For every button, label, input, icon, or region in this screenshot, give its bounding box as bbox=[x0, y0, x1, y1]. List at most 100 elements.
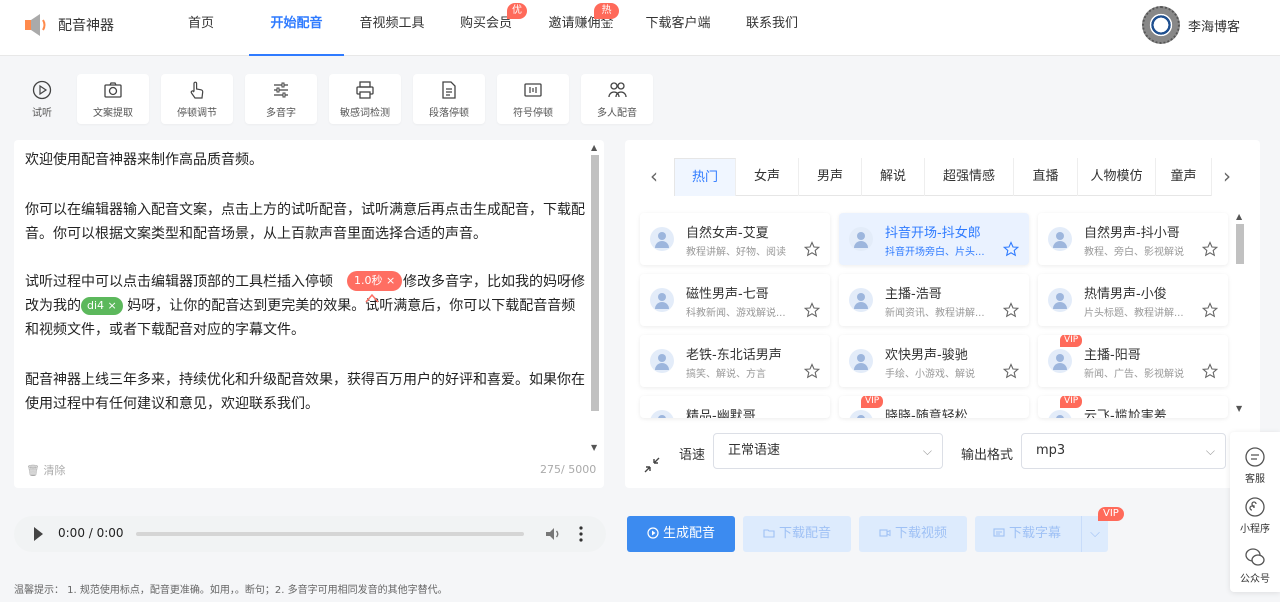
star-icon[interactable] bbox=[1003, 241, 1019, 257]
star-icon[interactable] bbox=[1202, 241, 1218, 257]
clear-button[interactable]: 🗑 清除 bbox=[26, 462, 65, 478]
voice-card[interactable]: 欢快男声-骏驰手绘、小游戏、解说 bbox=[839, 335, 1029, 387]
nav-contact[interactable]: 联系我们 bbox=[740, 0, 804, 56]
tab-emotion[interactable]: 超强情感 bbox=[925, 158, 1014, 196]
more-vertical-icon[interactable] bbox=[579, 525, 583, 543]
nav-home[interactable]: 首页 bbox=[176, 0, 226, 56]
user-menu[interactable]: 李海博客 bbox=[1142, 6, 1240, 44]
format-select[interactable]: mp3 ⌵ bbox=[1021, 433, 1226, 469]
download-video-button[interactable]: 下载视频 bbox=[859, 516, 967, 552]
tool-pause-adjust[interactable]: 停顿调节 bbox=[161, 74, 233, 124]
voice-card[interactable]: 主播-浩哥 新闻资讯、教程讲解... bbox=[839, 274, 1029, 326]
voice-avatar-icon bbox=[849, 349, 873, 373]
nav-buy-vip[interactable]: 购买会员 优惠 bbox=[455, 0, 527, 56]
tool-symbol-pause[interactable]: 符号停顿 bbox=[497, 74, 569, 124]
voice-desc: 手绘、小游戏、解说 bbox=[885, 369, 975, 380]
customer-service-button[interactable]: 客服 bbox=[1230, 446, 1280, 485]
voice-name: 欢快男声-骏驰 bbox=[885, 348, 968, 363]
star-icon[interactable] bbox=[1202, 363, 1218, 379]
voice-name: 晓晓-随意轻松 bbox=[885, 409, 968, 418]
star-icon[interactable] bbox=[804, 363, 820, 379]
audio-player: 0:00 / 0:00 bbox=[14, 516, 606, 552]
wechat-icon bbox=[1245, 548, 1265, 566]
voice-desc: 搞笑、解说、方言 bbox=[686, 369, 766, 380]
polyphone-tag[interactable]: di4 × bbox=[81, 297, 123, 315]
voice-desc: 教程讲解、好物、阅读 bbox=[686, 247, 786, 258]
tip-text: 温馨提示： 1. 规范使用标点，配音更准确。如用，。断句；2. 多音字可用相同发… bbox=[14, 585, 448, 596]
people-icon bbox=[608, 82, 627, 98]
voice-category-tabs: 热门 女声 男声 解说 超强情感 直播 人物模仿 童声 bbox=[674, 158, 1212, 196]
voice-name: 自然男声-抖小哥 bbox=[1084, 226, 1180, 241]
pause-tag[interactable]: 1.0秒 × bbox=[347, 271, 403, 291]
text-editor[interactable]: 欢迎使用配音神器来制作高品质音频。 你可以在编辑器输入配音文案，点击上方的试听配… bbox=[14, 140, 604, 488]
bracket-icon bbox=[524, 83, 542, 97]
volume-icon[interactable] bbox=[544, 525, 562, 543]
star-icon[interactable] bbox=[804, 241, 820, 257]
editor-paragraph: 试听过程中可以点击编辑器顶部的工具栏插入停顿 ，修改多音字，比如我的妈呀修改为我的… bbox=[25, 274, 585, 338]
tab-hot[interactable]: 热门 bbox=[674, 158, 736, 196]
tab-live[interactable]: 直播 bbox=[1014, 158, 1078, 196]
voice-avatar-icon bbox=[1048, 410, 1072, 418]
vip-badge: VIP bbox=[861, 396, 884, 408]
voice-card[interactable]: 自然男声-抖小哥 教程、旁白、影视解说 bbox=[1038, 213, 1228, 265]
tabs-prev-arrow[interactable]: ‹ bbox=[650, 164, 658, 188]
chevron-down-icon[interactable]: ⌵ bbox=[1081, 516, 1108, 552]
editor-content[interactable]: 欢迎使用配音神器来制作高品质音频。 你可以在编辑器输入配音文案，点击上方的试听配… bbox=[25, 148, 585, 442]
mini-program-icon bbox=[1245, 497, 1265, 517]
tabs-next-arrow[interactable]: › bbox=[1223, 164, 1231, 188]
tab-imitation[interactable]: 人物模仿 bbox=[1078, 158, 1156, 196]
voice-card[interactable]: VIP 云飞-尴尬害羞 bbox=[1038, 396, 1228, 418]
tab-male[interactable]: 男声 bbox=[799, 158, 862, 196]
tool-text-extract[interactable]: 文案提取 bbox=[77, 74, 149, 124]
voice-card[interactable]: 热情男声-小俊 片头标题、教程讲解... bbox=[1038, 274, 1228, 326]
voice-avatar-icon bbox=[849, 410, 873, 418]
speed-select[interactable]: 正常语速 ⌵ bbox=[713, 433, 943, 469]
voice-name: 抖音开场-抖女郎 bbox=[885, 226, 981, 241]
voice-avatar-icon bbox=[650, 410, 674, 418]
folder-icon bbox=[763, 529, 775, 538]
official-account-button[interactable]: 公众号 bbox=[1230, 546, 1280, 585]
star-icon[interactable] bbox=[1202, 302, 1218, 318]
sliders-icon bbox=[274, 82, 288, 98]
voice-card[interactable]: 精品-幽默哥 bbox=[640, 396, 830, 418]
voice-scrollbar[interactable]: ▲ ▼ bbox=[1234, 212, 1246, 418]
voice-card[interactable]: 自然女声-艾夏教程讲解、好物、阅读 bbox=[640, 213, 830, 265]
generate-button[interactable]: 生成配音 bbox=[627, 516, 735, 552]
play-icon[interactable] bbox=[34, 527, 43, 541]
tool-paragraph-pause[interactable]: 段落停顿 bbox=[413, 74, 485, 124]
vip-badge: VIP bbox=[1060, 396, 1083, 408]
star-icon[interactable] bbox=[804, 302, 820, 318]
nav-start-dubbing[interactable]: 开始配音 bbox=[249, 0, 344, 56]
voice-name: 自然女声-艾夏 bbox=[686, 226, 769, 241]
star-icon[interactable] bbox=[1003, 363, 1019, 379]
voice-card[interactable]: VIP 晓晓-随意轻松 bbox=[839, 396, 1029, 418]
tool-polyphone[interactable]: 多音字 bbox=[245, 74, 317, 124]
player-progress[interactable] bbox=[136, 532, 524, 536]
tab-female[interactable]: 女声 bbox=[736, 158, 799, 196]
voice-card[interactable]: 老铁-东北话男声 搞笑、解说、方言 bbox=[640, 335, 830, 387]
tool-sensitive-words[interactable]: 敏感词检测 bbox=[329, 74, 401, 124]
mini-program-button[interactable]: 小程序 bbox=[1230, 496, 1280, 535]
voice-card[interactable]: 磁性男声-七哥 科教新闻、游戏解说... bbox=[640, 274, 830, 326]
trash-icon: 🗑 bbox=[26, 464, 40, 477]
nav-invite[interactable]: 邀请赚佣金 热门 bbox=[543, 0, 619, 56]
tab-narration[interactable]: 解说 bbox=[862, 158, 925, 196]
voice-card[interactable]: 抖音开场-抖女郎 抖音开场旁白、片头... bbox=[839, 213, 1029, 265]
video-icon bbox=[879, 529, 891, 537]
voice-card[interactable]: VIP 主播-阳哥 新闻、广告、影视解说 bbox=[1038, 335, 1228, 387]
collapse-icon[interactable] bbox=[642, 455, 662, 475]
tab-child[interactable]: 童声 bbox=[1156, 158, 1212, 196]
editor-scrollbar[interactable]: ▲ ▼ bbox=[589, 143, 601, 456]
nav-av-tools[interactable]: 音视频工具 bbox=[354, 0, 430, 56]
tool-multi-voice[interactable]: 多人配音 bbox=[581, 74, 653, 124]
play-circle-icon bbox=[647, 527, 659, 539]
voice-name: 磁性男声-七哥 bbox=[686, 287, 769, 302]
download-audio-button[interactable]: 下载配音 bbox=[743, 516, 851, 552]
speed-label: 语速 bbox=[679, 448, 706, 463]
hand-icon bbox=[190, 81, 204, 99]
download-subtitle-button[interactable]: 下载字幕 ⌵ bbox=[975, 516, 1108, 552]
star-icon[interactable] bbox=[1003, 302, 1019, 318]
app-logo[interactable]: 配音神器 bbox=[24, 12, 114, 38]
tool-preview[interactable]: 试听 bbox=[6, 74, 78, 124]
nav-download-client[interactable]: 下载客户端 bbox=[640, 0, 716, 56]
